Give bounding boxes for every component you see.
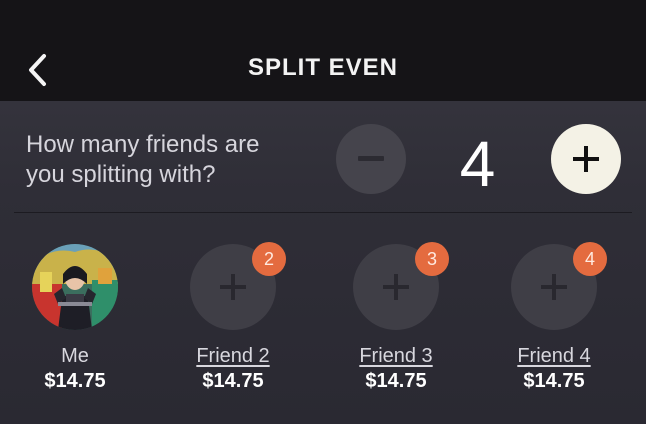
question-line-1: How many friends are bbox=[26, 131, 260, 158]
friend-number-badge: 2 bbox=[252, 242, 286, 276]
add-friend-button[interactable]: 3 bbox=[353, 242, 449, 330]
person-friend-4: 4 Friend 4 $14.75 bbox=[484, 242, 624, 393]
person-amount: $14.75 bbox=[202, 370, 264, 392]
friend-count: 4 bbox=[459, 128, 496, 200]
person-amount: $14.75 bbox=[44, 370, 106, 392]
person-friend-2: 2 Friend 2 $14.75 bbox=[163, 242, 303, 393]
friend-number-badge: 3 bbox=[415, 242, 449, 276]
divider bbox=[14, 212, 632, 213]
top-bar: SPLIT EVEN bbox=[0, 0, 646, 101]
plus-icon bbox=[573, 146, 599, 172]
minus-icon bbox=[358, 156, 384, 161]
friend-number-badge: 4 bbox=[573, 242, 607, 276]
decrement-button[interactable] bbox=[336, 124, 406, 194]
avatar bbox=[32, 244, 118, 330]
person-friend-3: 3 Friend 3 $14.75 bbox=[326, 242, 466, 393]
person-me: Me $14.75 bbox=[5, 244, 145, 393]
person-amount: $14.75 bbox=[523, 370, 585, 392]
plus-icon bbox=[383, 274, 409, 300]
user-photo bbox=[32, 244, 118, 330]
question-line-2: you splitting with? bbox=[26, 161, 216, 188]
page-title: SPLIT EVEN bbox=[247, 54, 399, 81]
add-friend-button[interactable]: 4 bbox=[511, 242, 607, 330]
add-friend-button[interactable]: 2 bbox=[190, 242, 286, 330]
increment-button[interactable] bbox=[551, 124, 621, 194]
plus-icon bbox=[541, 274, 567, 300]
friend-name-link[interactable]: Friend 3 bbox=[326, 344, 466, 368]
person-amount: $14.75 bbox=[365, 370, 427, 392]
friend-name-link[interactable]: Friend 2 bbox=[163, 344, 303, 368]
friends-question: How many friends are you splitting with? bbox=[26, 130, 326, 190]
friend-name-link[interactable]: Friend 4 bbox=[484, 344, 624, 368]
person-name: Me bbox=[61, 345, 89, 367]
plus-icon bbox=[220, 274, 246, 300]
